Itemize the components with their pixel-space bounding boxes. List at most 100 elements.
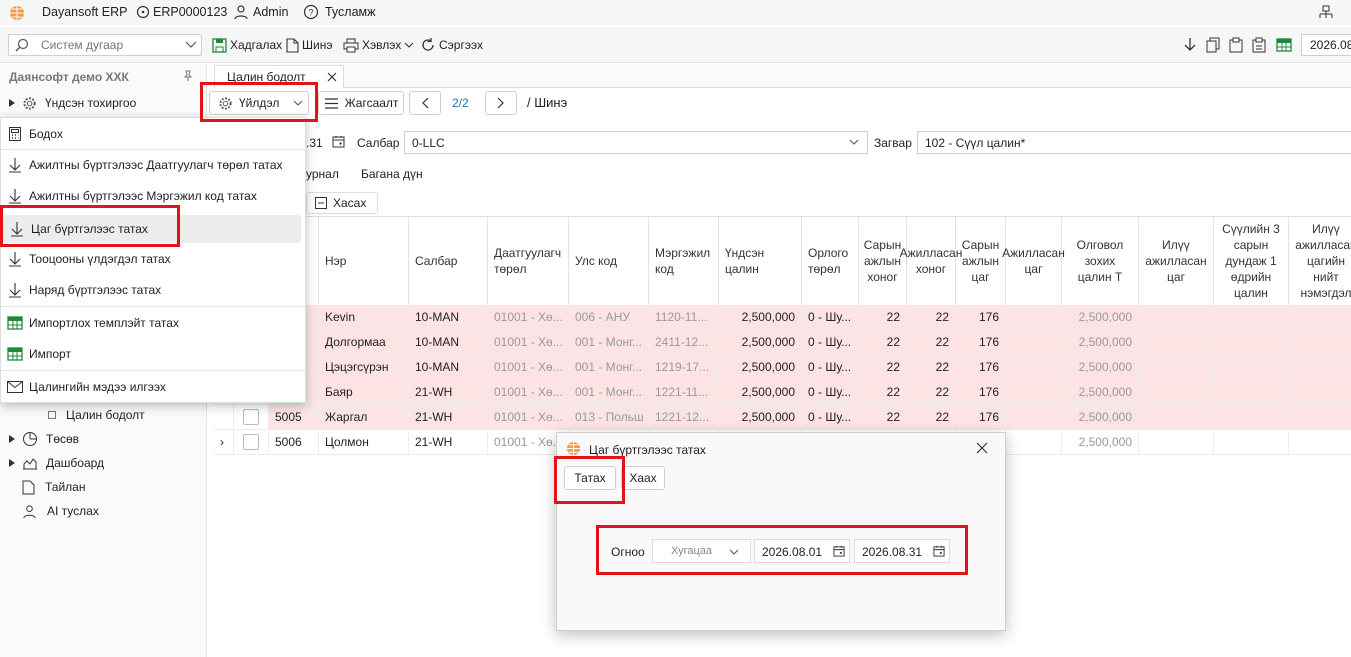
save-button[interactable]: Хадгалах <box>212 36 282 54</box>
pin-icon[interactable] <box>182 70 194 82</box>
col-worked-hours[interactable]: Ажилласан цаг <box>1002 217 1065 306</box>
sidebar-item-payroll[interactable]: Цалин бодолт <box>48 404 145 426</box>
cell-income[interactable]: 0 - Шу... <box>802 330 859 355</box>
cell-income[interactable]: 0 - Шу... <box>802 355 859 380</box>
calendar-icon[interactable] <box>332 135 345 148</box>
refresh-button[interactable]: Сэргээх <box>420 36 483 54</box>
cell-avg[interactable] <box>1214 380 1289 405</box>
cell-branch[interactable]: 21-WH <box>409 380 488 405</box>
row-indicator[interactable] <box>214 405 234 430</box>
cell-salary[interactable]: 2,500,000 <box>719 405 802 430</box>
search-input[interactable] <box>39 37 179 53</box>
cell-ot[interactable] <box>1139 355 1214 380</box>
cell-pay[interactable]: 2,500,000 <box>1062 430 1139 455</box>
cell-ott[interactable] <box>1289 355 1351 380</box>
new-button[interactable]: Шинэ <box>286 36 332 54</box>
sidebar-item-dashboard[interactable]: Дашбоард <box>6 452 104 474</box>
col-name[interactable]: Нэр <box>319 217 409 306</box>
tab-column-sum[interactable]: Багана дүн <box>361 167 423 181</box>
cell-country[interactable]: 001 - Монг... <box>569 355 649 380</box>
help-link[interactable]: Тусламж <box>325 5 376 19</box>
cell-branch[interactable]: 21-WH <box>409 430 488 455</box>
cell-mhours[interactable]: 176 <box>956 380 1006 405</box>
col-country[interactable]: Улс код <box>569 217 649 306</box>
menu-item-settlement-balance[interactable]: Тооцооны үлдэгдэл татах <box>1 245 305 273</box>
cell-pay[interactable]: 2,500,000 <box>1062 355 1139 380</box>
user-name[interactable]: Admin <box>253 5 288 19</box>
paste-icon[interactable] <box>1229 37 1243 53</box>
delete-row-button[interactable]: Хасах <box>306 192 378 214</box>
cell-ott[interactable] <box>1289 330 1351 355</box>
cell-salary[interactable]: 2,500,000 <box>719 380 802 405</box>
cell-whours[interactable] <box>1006 380 1062 405</box>
menu-item-send-payroll[interactable]: Цалингийн мэдээ илгээх <box>1 373 305 401</box>
cell-ins[interactable]: 01001 - Хө... <box>488 405 569 430</box>
cell-whours[interactable] <box>1006 330 1062 355</box>
tab-payroll[interactable]: Цалин бодолт <box>214 65 344 88</box>
period-select[interactable]: Хугацаа <box>652 539 751 563</box>
col-overtime-total[interactable]: Илүү ажилласан цагийн нийт нэмэгдэл <box>1289 217 1351 306</box>
table-row[interactable]: 5005 Жаргал 21-WH 01001 - Хө... 013 - Польш 1… <box>214 405 1351 430</box>
cell-prof[interactable]: 2411-12... <box>649 330 719 355</box>
close-button[interactable]: Хаах <box>621 466 665 490</box>
col-branch[interactable]: Салбар <box>409 217 488 306</box>
cell-name[interactable]: Kevin <box>319 305 409 330</box>
cell-ins[interactable]: 01001 - Хө... <box>488 330 569 355</box>
from-date-field[interactable]: 2026.08.01 <box>754 539 850 563</box>
cell-country[interactable]: 001 - Монг... <box>569 380 649 405</box>
cell-name[interactable]: Цэцэгсүрэн <box>319 355 409 380</box>
cell-income[interactable]: 0 - Шу... <box>802 305 859 330</box>
cell-branch[interactable]: 10-MAN <box>409 355 488 380</box>
cell-name[interactable]: Цолмон <box>319 430 409 455</box>
cell-mdays[interactable]: 22 <box>859 355 907 380</box>
print-button[interactable]: Хэвлэх <box>343 36 414 54</box>
cell-mdays[interactable]: 22 <box>859 405 907 430</box>
menu-item-calculate[interactable]: Бодох <box>1 120 305 148</box>
cell-branch[interactable]: 21-WH <box>409 405 488 430</box>
cell-name[interactable]: Жаргал <box>319 405 409 430</box>
cell-country[interactable]: 001 - Монг... <box>569 330 649 355</box>
cell-ot[interactable] <box>1139 305 1214 330</box>
cell-ot[interactable] <box>1139 405 1214 430</box>
cell-salary[interactable]: 2,500,000 <box>719 305 802 330</box>
copy-icon[interactable] <box>1206 37 1220 53</box>
cell-ins[interactable]: 01001 - Хө... <box>488 305 569 330</box>
cell-ot[interactable] <box>1139 380 1214 405</box>
cell-avg[interactable] <box>1214 430 1289 455</box>
close-icon[interactable] <box>976 442 988 454</box>
cell-prof[interactable]: 1219-17... <box>649 355 719 380</box>
cell-prof[interactable]: 1120-11... <box>649 305 719 330</box>
menu-item-timesheet[interactable]: Цаг бүртгэлээс татах <box>3 215 301 243</box>
cell-ott[interactable] <box>1289 430 1351 455</box>
prev-record-button[interactable] <box>409 91 441 115</box>
cell-ot[interactable] <box>1139 430 1214 455</box>
cell-avg[interactable] <box>1214 305 1289 330</box>
cell-income[interactable]: 0 - Шу... <box>802 380 859 405</box>
table-row[interactable]: Баяр 21-WH 01001 - Хө... 001 - Монг... 1221-… <box>214 380 1351 405</box>
to-date-field[interactable]: 2026.08.31 <box>854 539 950 563</box>
cell-avg[interactable] <box>1214 355 1289 380</box>
menu-item-import[interactable]: Импорт <box>1 340 305 368</box>
cell-branch[interactable]: 10-MAN <box>409 305 488 330</box>
cell-code[interactable]: 5005 <box>269 405 319 430</box>
database-name[interactable]: ERP0000123 <box>153 5 227 19</box>
sidebar-item-budget[interactable]: Төсөв <box>6 428 79 450</box>
menu-item-profession-code[interactable]: Ажилтны бүртгэлээс Мэргэжил код татах <box>1 182 305 210</box>
cell-branch[interactable]: 10-MAN <box>409 330 488 355</box>
cell-prof[interactable]: 1221-11... <box>649 380 719 405</box>
sidebar-item-report[interactable]: Тайлан <box>22 476 85 498</box>
tab-journal[interactable]: урнал <box>306 167 339 181</box>
col-month-hours[interactable]: Сарын ажлын цаг <box>956 217 1006 306</box>
cell-pay[interactable]: 2,500,000 <box>1062 305 1139 330</box>
next-record-button[interactable] <box>485 91 517 115</box>
cell-ott[interactable] <box>1289 305 1351 330</box>
col-avg-daily[interactable]: Сүүлийн 3 сарын дундаж 1 өдрийн цалин <box>1214 217 1289 306</box>
row-indicator[interactable]: › <box>214 430 234 455</box>
template-select[interactable]: 102 - Сүүл цалин* <box>917 131 1351 154</box>
calendar-icon[interactable] <box>933 545 945 557</box>
menu-item-insurance-type[interactable]: Ажилтны бүртгэлээс Даатгуулагч төрөл тат… <box>1 151 305 179</box>
cell-ins[interactable]: 01001 - Хө... <box>488 355 569 380</box>
action-dropdown-button[interactable]: Үйлдэл <box>209 91 309 115</box>
cell-pay[interactable]: 2,500,000 <box>1062 405 1139 430</box>
close-icon[interactable] <box>327 72 337 82</box>
